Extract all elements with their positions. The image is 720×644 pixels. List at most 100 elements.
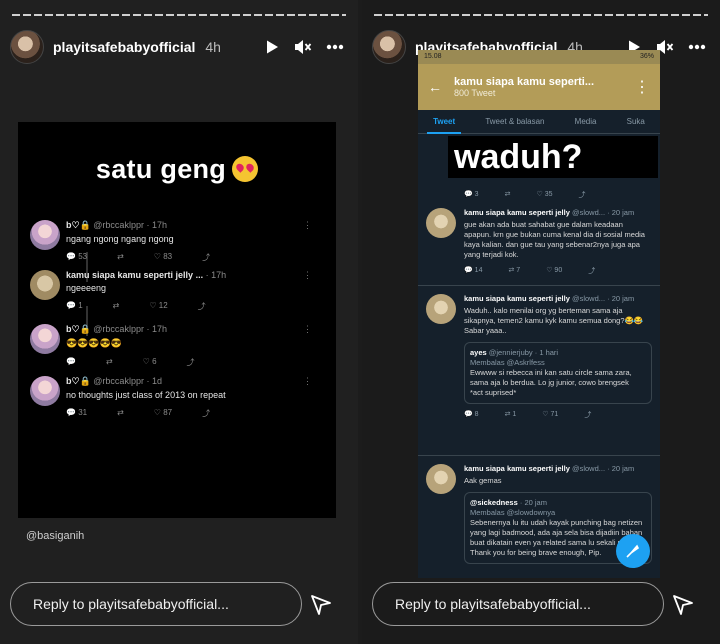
like-icon: ♡ 12 (149, 301, 168, 310)
tweet-item: kamu siapa kamu seperti jelly @slowd... … (418, 202, 660, 286)
share-icon: ⤴ (584, 412, 592, 419)
heart-eyes-emoji-icon (232, 156, 259, 182)
reply-input[interactable]: Reply to playitsafebabyofficial... (10, 582, 302, 626)
profile-title: kamu siapa kamu seperti... (454, 76, 595, 88)
tweet-count: 800 Tweet (454, 88, 496, 98)
like-icon: ♡ 71 (542, 411, 559, 418)
username[interactable]: playitsafebabyofficial (53, 39, 195, 55)
tweet-text: ngang ngong ngang ngong (66, 234, 174, 244)
tweet-actions: 💬 14 ⇄ 7 ♡ 90 ⤴ (464, 266, 652, 276)
phone-screenshot: 15.08 36% ← kamu siapa kamu seperti... 800… (418, 50, 660, 578)
tweet-author: kamu siapa kamu seperti jelly (464, 294, 570, 303)
tweet-avatar (30, 376, 60, 406)
tweet-text: ngeeeeng (66, 283, 107, 293)
tweet-author: b♡🔒 (66, 324, 91, 334)
reply-input[interactable]: Reply to playitsafebabyofficial... (372, 582, 664, 626)
more-options-icon[interactable] (326, 44, 344, 50)
profile-avatar[interactable] (372, 30, 406, 64)
tab-media: Media (574, 117, 597, 126)
tweet-text: no thoughts just class of 2013 on repeat (66, 390, 226, 400)
reply-icon: 💬 (66, 357, 76, 366)
like-icon: ♡ 83 (153, 252, 173, 261)
tweet-handle: @rbccaklppr · 17h (93, 324, 167, 334)
tweet-handle: @rbccaklppr · 1d (93, 376, 162, 386)
tweet-author: kamu siapa kamu seperti jelly ... (66, 270, 204, 280)
phone-status-bar: 15.08 36% (418, 50, 660, 64)
tweet-author: kamu siapa kamu seperti jelly (464, 464, 570, 473)
tweet-more-icon: ⋮ (303, 376, 312, 386)
tab-tweet-replies: Tweet & balasan (485, 117, 545, 126)
mute-icon[interactable] (294, 39, 312, 55)
retweet-icon: ⇄ (105, 357, 113, 366)
send-icon[interactable] (310, 594, 332, 616)
tweet-text: Waduh.. kalo menilai org yg berteman sam… (464, 306, 644, 335)
tweet-handle: @rbccaklppr · 17h (93, 220, 167, 230)
tweet-text: 😎😎😎😎😎 (66, 338, 123, 348)
tweet-actions: 💬 ⇄ ♡ 6 ⤴ (66, 357, 326, 368)
overlay-text: waduh? (448, 136, 658, 178)
tweet-actions: 💬 8 ⇄ 1 ♡ 71 ⤴ (464, 410, 652, 420)
tweet-actions: 💬 31 ⇄ ♡ 87 ⤴ (66, 408, 326, 419)
tweet-text: gue akan ada buat sahabat gue dalam kead… (464, 220, 645, 259)
tweet-avatar (426, 208, 456, 238)
tweet-text: Aak gemas (464, 476, 502, 485)
tweet-item: kamu siapa kamu seperti jelly @slowd... … (418, 288, 660, 456)
tweet-more-icon: ⋮ (303, 270, 312, 280)
retweet-icon: ⇄ (117, 408, 124, 417)
like-icon: ♡ 90 (546, 267, 563, 274)
quoted-tweet: ayes @jennierjuby · 1 hari Membalas @Ask… (464, 342, 652, 404)
tweet-avatar (30, 270, 60, 300)
send-icon[interactable] (672, 594, 694, 616)
tweet-more-icon: ⋮ (303, 324, 312, 334)
more-options-icon[interactable] (688, 44, 706, 50)
tweet-item: b♡🔒 @rbccaklppr · 17h ⋮ ngang ngong ngan… (30, 220, 326, 263)
tweet-actions: 💬 3 ⇄ ♡ 35 ⤴ (464, 190, 585, 200)
retweet-icon: ⇄ (117, 252, 124, 261)
tweet-author: b♡🔒 (66, 220, 91, 230)
tweet-avatar (30, 324, 60, 354)
like-icon: ♡ 87 (153, 408, 173, 417)
card-title: satu geng (18, 154, 336, 185)
reply-icon: 💬 8 (464, 411, 479, 418)
tweet-more-icon: ⋮ (303, 220, 312, 230)
tweet-item: kamu siapa kamu seperti jelly ... · 17h … (30, 270, 326, 312)
play-icon[interactable] (264, 39, 280, 55)
tweet-handle: @slowd... · 20 jam (571, 208, 635, 217)
story-header: playitsafebabyofficial 4h (10, 30, 344, 64)
share-icon: ⤴ (197, 302, 206, 311)
tweet-avatar (426, 464, 456, 494)
share-icon: ⤴ (202, 409, 211, 418)
profile-tabs: Tweet Tweet & balasan Media Suka (418, 110, 660, 134)
retweet-icon: ⇄ (112, 301, 120, 310)
tab-tweet: Tweet (427, 117, 462, 134)
tweet-actions: 💬 1 ⇄ ♡ 12 ⤴ (66, 301, 326, 312)
share-icon: ⤴ (588, 268, 596, 275)
story-progress-bar (12, 14, 346, 16)
tab-likes: Suka (626, 117, 645, 126)
back-arrow-icon: ← (428, 79, 442, 95)
tweet-screenshot-card: satu geng b♡🔒 @rbccaklppr · 17h ⋮ ngang … (18, 122, 336, 518)
story-panel-left[interactable]: playitsafebabyofficial 4h satu geng b♡🔒 … (0, 0, 358, 644)
reply-icon: 💬 1 (66, 301, 83, 310)
story-panel-right[interactable]: playitsafebabyofficial 4h 15.08 36% ← kam… (362, 0, 720, 644)
tweet-handle: @slowd... · 20 jam (571, 294, 635, 303)
more-icon: ⋮ (634, 79, 650, 96)
credit-text: @basiganih (26, 530, 85, 542)
reply-icon: 💬 53 (66, 252, 88, 261)
like-icon: ♡ 35 (536, 191, 553, 198)
tweet-handle: @slowd... · 20 jam (571, 464, 635, 473)
share-icon: ⤴ (202, 253, 211, 262)
reply-icon: 💬 3 (464, 191, 479, 198)
tweet-avatar (426, 294, 456, 324)
twitter-profile-header: ← kamu siapa kamu seperti... 800 Tweet ⋮ (418, 64, 660, 110)
tweet-author: kamu siapa kamu seperti jelly (464, 208, 570, 217)
profile-avatar[interactable] (10, 30, 44, 64)
tweet-item: b♡🔒 @rbccaklppr · 17h ⋮ 😎😎😎😎😎 💬 ⇄ ♡ 6 ⤴ (30, 324, 326, 368)
like-icon: ♡ 6 (142, 357, 157, 366)
tweet-avatar (30, 220, 60, 250)
tweet-item: b♡🔒 @rbccaklppr · 1d ⋮ no thoughts just … (30, 376, 326, 419)
compose-tweet-button (616, 534, 650, 568)
feather-icon (626, 544, 640, 558)
retweet-icon: ⇄ 1 (504, 411, 517, 418)
reply-icon: 💬 14 (464, 267, 483, 274)
